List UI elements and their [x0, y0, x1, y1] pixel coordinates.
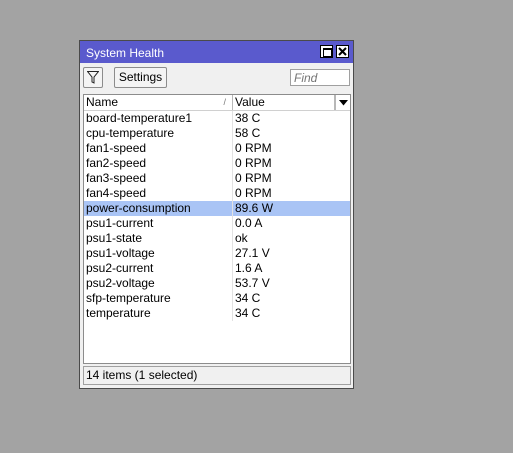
cell-name: psu1-state [84, 231, 233, 246]
cell-value: 0 RPM [235, 186, 272, 200]
table-row[interactable]: psu2-voltage 53.7 V [84, 276, 350, 291]
settings-button[interactable]: Settings [114, 67, 167, 88]
cell-value: ok [235, 231, 248, 245]
filter-icon [87, 71, 99, 84]
cell-name: power-consumption [84, 201, 233, 216]
cell-value: 0 RPM [235, 141, 272, 155]
table-row[interactable]: temperature 34 C [84, 306, 350, 321]
filter-button[interactable] [83, 67, 103, 88]
system-health-window: System Health Settings Name / Value boar… [79, 40, 354, 389]
column-menu-button[interactable] [335, 95, 350, 110]
cell-name: psu1-voltage [84, 246, 233, 261]
close-icon[interactable] [336, 45, 349, 58]
status-bar: 14 items (1 selected) [83, 366, 351, 385]
cell-name: board-temperature1 [84, 111, 233, 126]
table-row[interactable]: fan3-speed 0 RPM [84, 171, 350, 186]
cell-value: 89.6 W [235, 201, 274, 215]
cell-value: 1.6 A [235, 261, 263, 275]
table-row[interactable]: psu1-state ok [84, 231, 350, 246]
table-row[interactable]: power-consumption 89.6 W [84, 201, 350, 216]
window-titlebar[interactable]: System Health [80, 41, 353, 63]
cell-value: 0 RPM [235, 156, 272, 170]
table-row[interactable]: board-temperature1 38 C [84, 111, 350, 126]
column-header-name[interactable]: Name / [84, 95, 233, 110]
cell-name: cpu-temperature [84, 126, 233, 141]
cell-value: 53.7 V [235, 276, 270, 290]
cell-name: fan4-speed [84, 186, 233, 201]
table-row[interactable]: psu1-voltage 27.1 V [84, 246, 350, 261]
cell-name: fan3-speed [84, 171, 233, 186]
table-body: board-temperature1 38 Ccpu-temperature 58 … [84, 111, 350, 321]
cell-name: psu2-voltage [84, 276, 233, 291]
cell-value: 0 RPM [235, 171, 272, 185]
cell-name: fan2-speed [84, 156, 233, 171]
cell-value: 34 C [235, 291, 261, 305]
table-row[interactable]: fan4-speed 0 RPM [84, 186, 350, 201]
chevron-down-icon [339, 100, 348, 106]
table-row[interactable]: sfp-temperature 34 C [84, 291, 350, 306]
maximize-icon[interactable] [320, 45, 333, 58]
table-row[interactable]: fan2-speed 0 RPM [84, 156, 350, 171]
toolbar: Settings [80, 63, 353, 93]
cell-value: 27.1 V [235, 246, 270, 260]
cell-name: fan1-speed [84, 141, 233, 156]
table-row[interactable]: psu1-current 0.0 A [84, 216, 350, 231]
sort-icon: / [223, 97, 226, 107]
cell-name: psu1-current [84, 216, 233, 231]
cell-name: temperature [84, 306, 233, 321]
find-input[interactable] [290, 69, 350, 86]
cell-name: sfp-temperature [84, 291, 233, 306]
table-header: Name / Value [84, 95, 350, 111]
window-title: System Health [86, 46, 165, 60]
table-row[interactable]: fan1-speed 0 RPM [84, 141, 350, 156]
table-row[interactable]: psu2-current 1.6 A [84, 261, 350, 276]
table-row[interactable]: cpu-temperature 58 C [84, 126, 350, 141]
cell-value: 34 C [235, 306, 261, 320]
cell-value: 58 C [235, 126, 261, 140]
column-header-value[interactable]: Value [233, 95, 335, 110]
health-table: Name / Value board-temperature1 38 Ccpu-t… [83, 94, 351, 364]
cell-value: 0.0 A [235, 216, 263, 230]
cell-value: 38 C [235, 111, 261, 125]
cell-name: psu2-current [84, 261, 233, 276]
